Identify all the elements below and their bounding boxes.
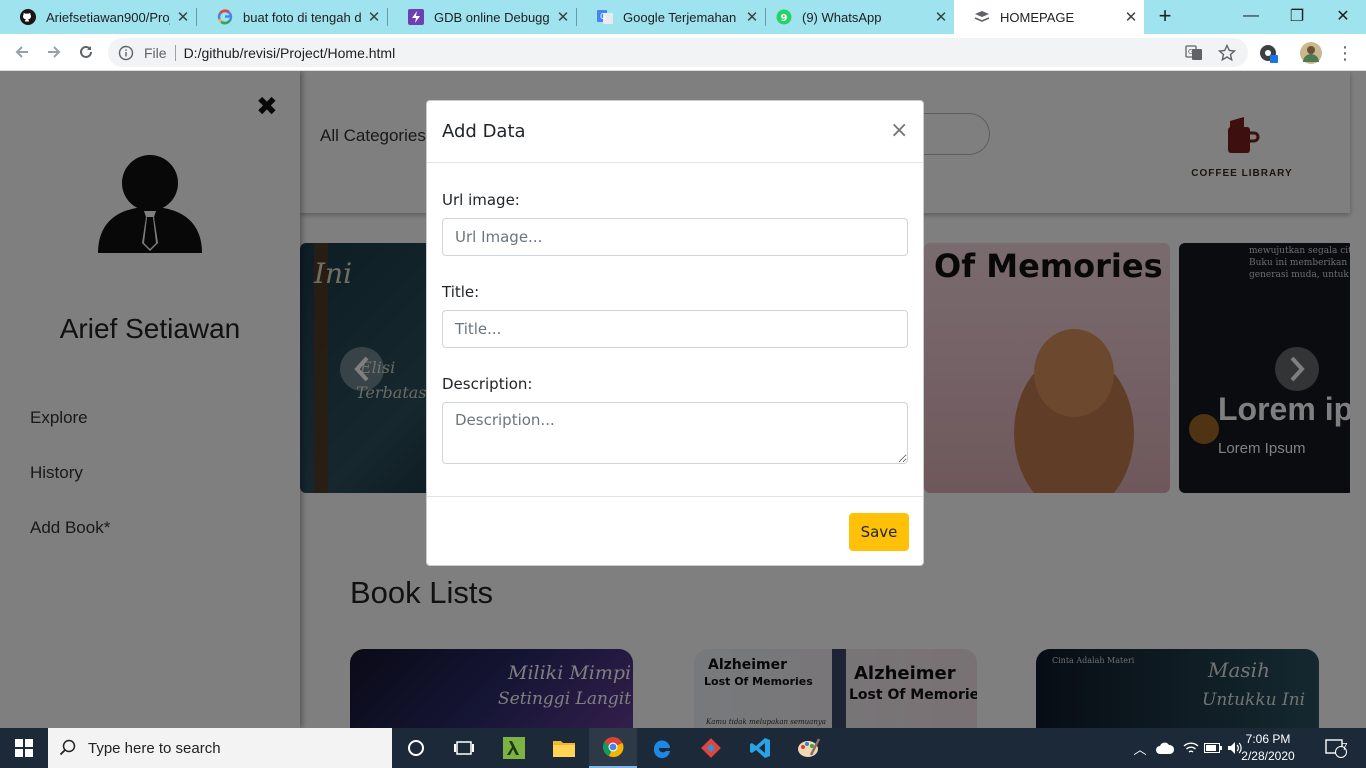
url-image-label: Url image: (442, 191, 520, 209)
taskbar-search-box[interactable]: Type here to search (48, 728, 392, 768)
tab-title: HOMEPAGE (1000, 9, 1075, 25)
tab-title: Ariefsetiawan900/Proje (46, 9, 170, 25)
tab-close-icon[interactable]: ✕ (928, 8, 954, 26)
restore-icon[interactable]: ❐ (1274, 0, 1320, 32)
svg-text:G: G (1188, 48, 1193, 56)
github-icon (20, 9, 36, 25)
tab-github[interactable]: Ariefsetiawan900/Proje ✕ (0, 0, 196, 34)
windows-taskbar: Type here to search ︿ 7:06 PM 2/28/2020 … (0, 728, 1366, 768)
tab-google-translate[interactable]: G Google Terjemahan ✕ (577, 0, 765, 34)
save-button[interactable]: Save (849, 513, 909, 551)
minimize-icon[interactable]: — (1228, 0, 1274, 32)
paint-app-icon[interactable] (785, 728, 833, 768)
window-close-icon[interactable]: ✕ (1320, 0, 1366, 32)
bookmark-star-icon[interactable] (1216, 42, 1238, 64)
svg-text:9: 9 (781, 13, 788, 24)
onedrive-icon[interactable] (1154, 728, 1176, 768)
taskbar-search-placeholder: Type here to search (88, 739, 221, 757)
tab-title: buat foto di tengah di n (243, 9, 361, 25)
modal-header: Add Data × (427, 101, 923, 163)
modal-footer: Save (427, 496, 923, 566)
tab-title: GDB online Debugger | (434, 9, 550, 25)
edge-icon[interactable] (638, 728, 686, 768)
google-translate-icon: G (597, 9, 613, 25)
git-app-icon[interactable] (687, 728, 735, 768)
tab-title: Google Terjemahan (623, 9, 737, 25)
add-data-modal: Add Data × Url image: Title: Description… (426, 100, 924, 566)
title-label: Title: (442, 283, 480, 301)
chrome-icon[interactable] (589, 728, 637, 768)
reload-icon[interactable] (74, 40, 98, 64)
clock-time: 7:06 PM (1245, 732, 1291, 746)
gdb-icon (408, 9, 424, 25)
whatsapp-icon: 9 (776, 9, 792, 25)
network-icon[interactable] (1180, 728, 1202, 768)
extension-icon[interactable] (1257, 42, 1279, 64)
google-icon (217, 9, 233, 25)
taskbar-clock[interactable]: 7:06 PM 2/28/2020 (1228, 731, 1308, 765)
scheme-label: File (144, 44, 167, 61)
notification-count-badge: 7 (1342, 742, 1348, 753)
browser-toolbar: File D:/github/revisi/Project/Home.html … (0, 34, 1366, 71)
tab-google-search[interactable]: buat foto di tengah di n ✕ (197, 0, 387, 34)
tab-homepage[interactable]: HOMEPAGE ✕ (954, 0, 1144, 34)
task-view-icon[interactable] (440, 728, 488, 768)
translate-icon[interactable]: G (1183, 42, 1205, 64)
tab-close-icon[interactable]: ✕ (361, 8, 387, 26)
title-input[interactable] (442, 310, 908, 348)
tab-gdb[interactable]: GDB online Debugger | ✕ (388, 0, 576, 34)
new-tab-plus-icon[interactable]: + (1154, 4, 1176, 30)
tab-close-icon[interactable]: ✕ (170, 8, 196, 26)
url-text: D:/github/revisi/Project/Home.html (183, 44, 396, 61)
info-icon[interactable] (118, 45, 134, 61)
windows-start-icon[interactable] (0, 728, 48, 768)
tray-chevron-up-icon[interactable]: ︿ (1130, 728, 1150, 768)
tab-whatsapp[interactable]: 9 (9) WhatsApp ✕ (756, 0, 954, 34)
search-icon (48, 739, 88, 757)
description-label: Description: (442, 375, 533, 393)
action-center-icon[interactable]: 7 (1316, 728, 1356, 768)
address-divider (174, 44, 176, 61)
url-image-input[interactable] (442, 218, 908, 256)
tab-title: (9) WhatsApp (802, 9, 882, 25)
lambda-app-icon[interactable] (490, 728, 538, 768)
menu-kebab-icon[interactable]: ⋮ (1334, 42, 1356, 64)
modal-title: Add Data (442, 121, 526, 142)
back-arrow-icon[interactable] (10, 40, 34, 64)
forward-arrow-icon[interactable] (42, 40, 66, 64)
address-bar[interactable]: File D:/github/revisi/Project/Home.html (108, 38, 1248, 67)
cortana-icon[interactable] (392, 728, 440, 768)
tab-close-icon[interactable]: ✕ (550, 8, 576, 26)
description-textarea[interactable] (442, 402, 908, 464)
svg-text:G: G (600, 12, 606, 21)
battery-icon[interactable] (1202, 728, 1224, 768)
clock-date: 2/28/2020 (1241, 749, 1295, 763)
page-icon (974, 9, 990, 25)
profile-avatar[interactable] (1300, 42, 1322, 64)
browser-tab-strip: Ariefsetiawan900/Proje ✕ buat foto di te… (0, 0, 1366, 34)
tab-close-icon[interactable]: ✕ (1118, 8, 1144, 26)
modal-close-icon[interactable]: × (890, 119, 908, 143)
vscode-icon[interactable] (736, 728, 784, 768)
file-explorer-icon[interactable] (540, 728, 588, 768)
